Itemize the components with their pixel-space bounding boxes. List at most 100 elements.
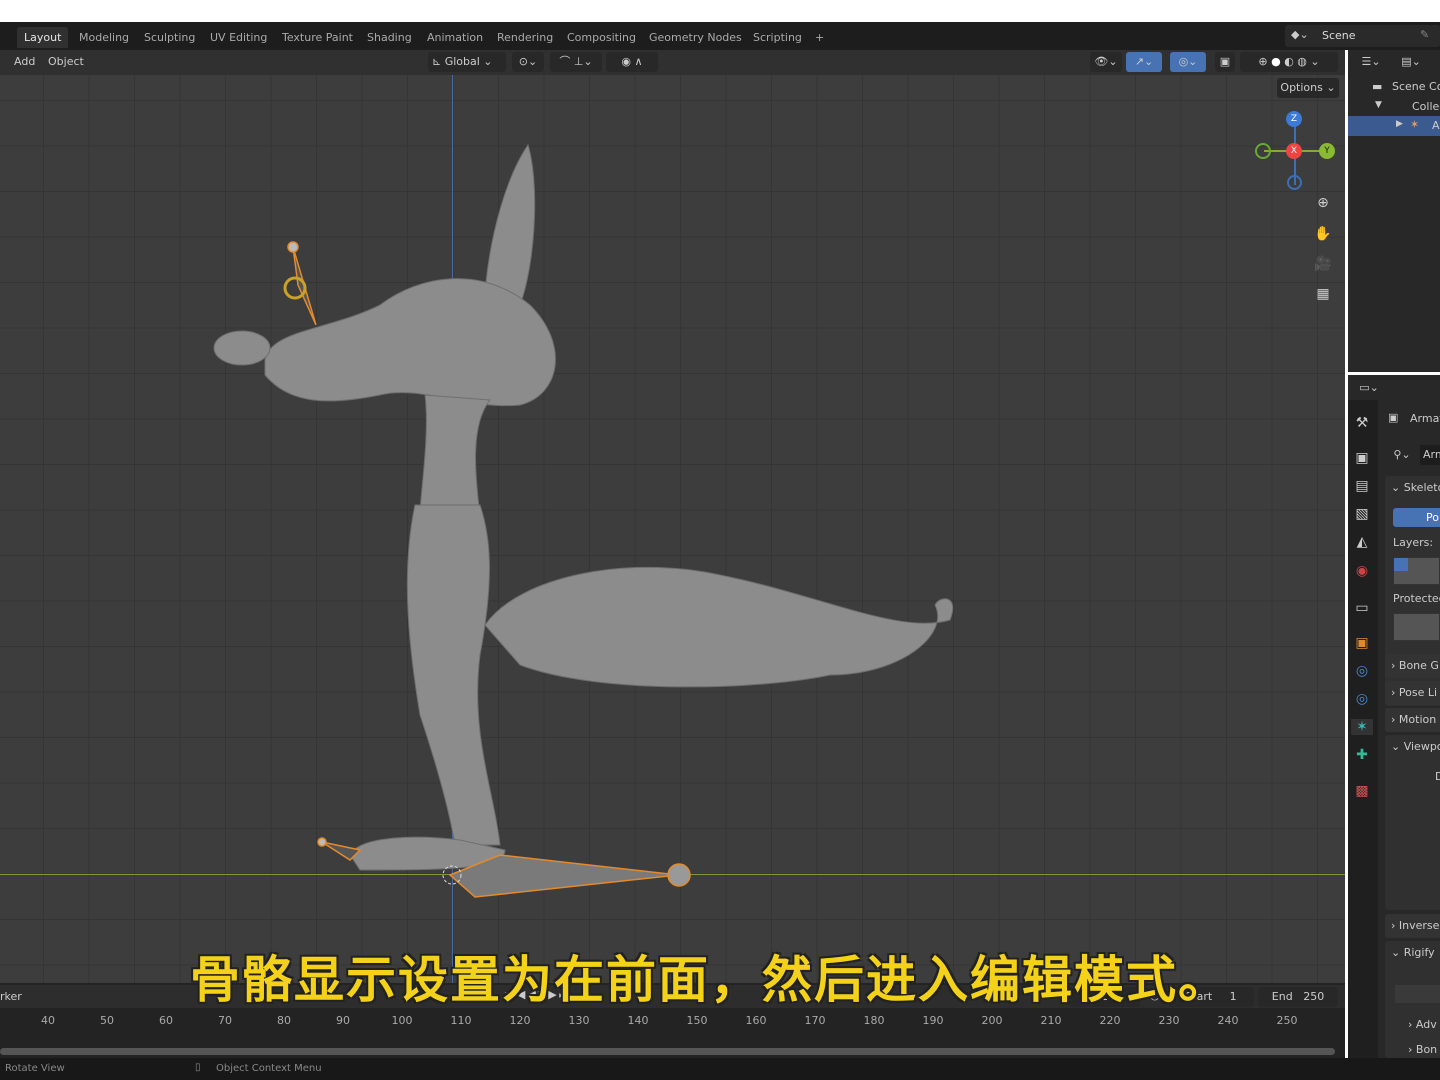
frame-tick: 250 — [1276, 1014, 1298, 1027]
tab-animation[interactable]: Animation — [420, 27, 490, 48]
panel-label: Pose Li — [1398, 686, 1438, 699]
3d-viewport[interactable]: Options ⌄ Z X Y ⊕ ✋ 🎥 ▦ — [0, 75, 1345, 983]
subtitle-caption: 骨骼显示设置为在前面，然后进入编辑模式。 — [190, 951, 1230, 1009]
collection-icon[interactable]: ▭ — [1351, 600, 1373, 616]
pose-position-button[interactable]: Po — [1393, 508, 1440, 527]
frame-tick: 60 — [159, 1014, 173, 1027]
view-layer-icon[interactable]: ▧ — [1351, 506, 1373, 522]
outliner-collection[interactable]: Collec — [1412, 100, 1440, 113]
menu-object[interactable]: Object — [48, 55, 84, 68]
status-context-menu: Object Context Menu — [216, 1063, 322, 1074]
tab-shading[interactable]: Shading — [360, 27, 419, 48]
render-icon[interactable]: ▣ — [1351, 450, 1373, 466]
snap-toggle[interactable]: ⌒ ⊥⌄ — [550, 52, 602, 72]
expand-arrow-icon[interactable]: ▼ — [1375, 100, 1382, 110]
tab-scripting[interactable]: Scripting — [746, 27, 809, 48]
panel-label: Motion — [1398, 713, 1437, 726]
object-icon[interactable]: ▣ — [1351, 635, 1373, 651]
advanced-subpanel[interactable]: › Adv — [1408, 1018, 1437, 1031]
protected-label: Protected — [1393, 592, 1440, 605]
bone-icon[interactable]: ✚ — [1351, 747, 1373, 763]
frame-tick: 70 — [218, 1014, 232, 1027]
data-browse[interactable]: ⚲⌄ — [1386, 445, 1418, 465]
armature-icon: ▣ — [1388, 411, 1399, 424]
frame-tick: 110 — [450, 1014, 472, 1027]
protected-layers-grid[interactable] — [1393, 613, 1440, 641]
gizmo-z[interactable]: Z — [1286, 111, 1302, 127]
collection-icon: ▬ — [1372, 80, 1383, 93]
panel-inverse-kinematics[interactable]: › Inverse — [1385, 914, 1440, 938]
frame-tick: 50 — [100, 1014, 114, 1027]
gizmo-toggle[interactable]: ↗⌄ — [1126, 52, 1162, 72]
scene-icon[interactable]: ◭ — [1351, 534, 1373, 550]
shading-modes[interactable]: ⊕ ● ◐ ◍ ⌄ — [1240, 52, 1338, 72]
gizmo-x[interactable]: X — [1286, 143, 1302, 159]
zoom-icon[interactable]: ⊕ — [1312, 195, 1334, 211]
outliner-armature-row[interactable]: ▶ ✶ A — [1348, 116, 1440, 136]
mouse-icon: ▯ — [195, 1062, 201, 1073]
layers-grid[interactable] — [1393, 557, 1440, 585]
pin-icon[interactable]: ✎ — [1420, 28, 1429, 41]
subpanel-label: Adv — [1415, 1018, 1437, 1031]
frame-tick: 80 — [277, 1014, 291, 1027]
tab-uv-editing[interactable]: UV Editing — [203, 27, 274, 48]
camera-icon[interactable]: 🎥 — [1312, 256, 1334, 272]
frame-tick: 90 — [336, 1014, 350, 1027]
texture-icon[interactable]: ▩ — [1351, 783, 1373, 799]
menu-add[interactable]: Add — [14, 55, 35, 68]
grid-icon[interactable]: ▦ — [1312, 286, 1334, 302]
timeline-scrollbar[interactable] — [0, 1048, 1335, 1055]
neck — [419, 394, 491, 516]
tab-rendering[interactable]: Rendering — [490, 27, 560, 48]
gizmo-y[interactable]: Y — [1319, 143, 1335, 159]
pan-hand-icon[interactable]: ✋ — [1312, 226, 1334, 242]
frame-tick: 150 — [686, 1014, 708, 1027]
frame-tick: 100 — [391, 1014, 413, 1027]
visibility-dropdown[interactable]: 👁⌄ — [1090, 52, 1122, 72]
tail — [484, 566, 954, 688]
frame-tick: 210 — [1040, 1014, 1062, 1027]
panel-pose-library[interactable]: › Pose Li — [1385, 681, 1440, 705]
panel-viewport-display[interactable]: ⌄ Viewpo — [1385, 735, 1440, 910]
frame-tick: 230 — [1158, 1014, 1180, 1027]
orientation-dropdown[interactable]: ⊾ Global ⌄ — [428, 52, 506, 72]
panel-motion-paths[interactable]: › Motion — [1385, 708, 1440, 732]
scene-name: Scene — [1322, 29, 1356, 42]
tab-sculpting[interactable]: Sculpting — [137, 27, 202, 48]
panel-bone-groups[interactable]: › Bone G — [1385, 654, 1440, 678]
viewport-header: Add Object ⊾ Global ⌄ ⊙⌄ ⌒ ⊥⌄ ◉ ∧ 👁⌄ ↗⌄ … — [0, 50, 1345, 75]
xray-toggle[interactable]: ▣ — [1215, 52, 1235, 72]
tab-modeling[interactable]: Modeling — [72, 27, 136, 48]
armature-data-icon[interactable]: ✶ — [1351, 719, 1373, 735]
layers-label: Layers: — [1393, 536, 1434, 549]
scene-selector[interactable]: ◆⌄ Scene ✎ — [1285, 25, 1440, 47]
frame-tick: 220 — [1099, 1014, 1121, 1027]
proportional-edit[interactable]: ◉ ∧ — [606, 52, 658, 72]
output-icon[interactable]: ▤ — [1351, 478, 1373, 494]
skeleton-header[interactable]: ⌄ Skeleto — [1391, 481, 1440, 494]
outliner-scene-collection[interactable]: Scene Col — [1392, 80, 1440, 93]
overlay-toggle[interactable]: ◎⌄ — [1170, 52, 1206, 72]
constraint-icon[interactable]: ◎ — [1351, 691, 1373, 707]
outliner-armature-label: A — [1432, 119, 1440, 132]
filter-dropdown[interactable]: ▤⌄ — [1396, 52, 1426, 72]
pivot-dropdown[interactable]: ⊙⌄ — [512, 52, 544, 72]
armature-data-name[interactable]: Arm — [1420, 445, 1440, 465]
skeleton-label: Skeleto — [1403, 481, 1440, 494]
tool-icon[interactable]: ⚒ — [1351, 415, 1373, 431]
tab-texture-paint[interactable]: Texture Paint — [275, 27, 360, 48]
tab-compositing[interactable]: Compositing — [560, 27, 643, 48]
editor-type-dropdown[interactable]: ▭⌄ — [1354, 378, 1384, 398]
tab-add[interactable]: + — [808, 27, 831, 48]
tab-layout[interactable]: Layout — [17, 27, 69, 48]
bone-subpanel[interactable]: › Bon — [1408, 1043, 1437, 1056]
outliner: ☰⌄ ▤⌄ ▬ Scene Col ▼ Collec ▶ ✶ A — [1348, 50, 1440, 372]
modifier-icon[interactable]: ◎ — [1351, 663, 1373, 679]
bone-tail-joint — [667, 863, 691, 887]
frame-tick: 130 — [568, 1014, 590, 1027]
bone-joint — [287, 241, 299, 253]
world-icon[interactable]: ◉ — [1351, 563, 1373, 579]
frame-tick: 160 — [745, 1014, 767, 1027]
tab-geometry-nodes[interactable]: Geometry Nodes — [642, 27, 749, 48]
display-mode-dropdown[interactable]: ☰⌄ — [1356, 52, 1386, 72]
